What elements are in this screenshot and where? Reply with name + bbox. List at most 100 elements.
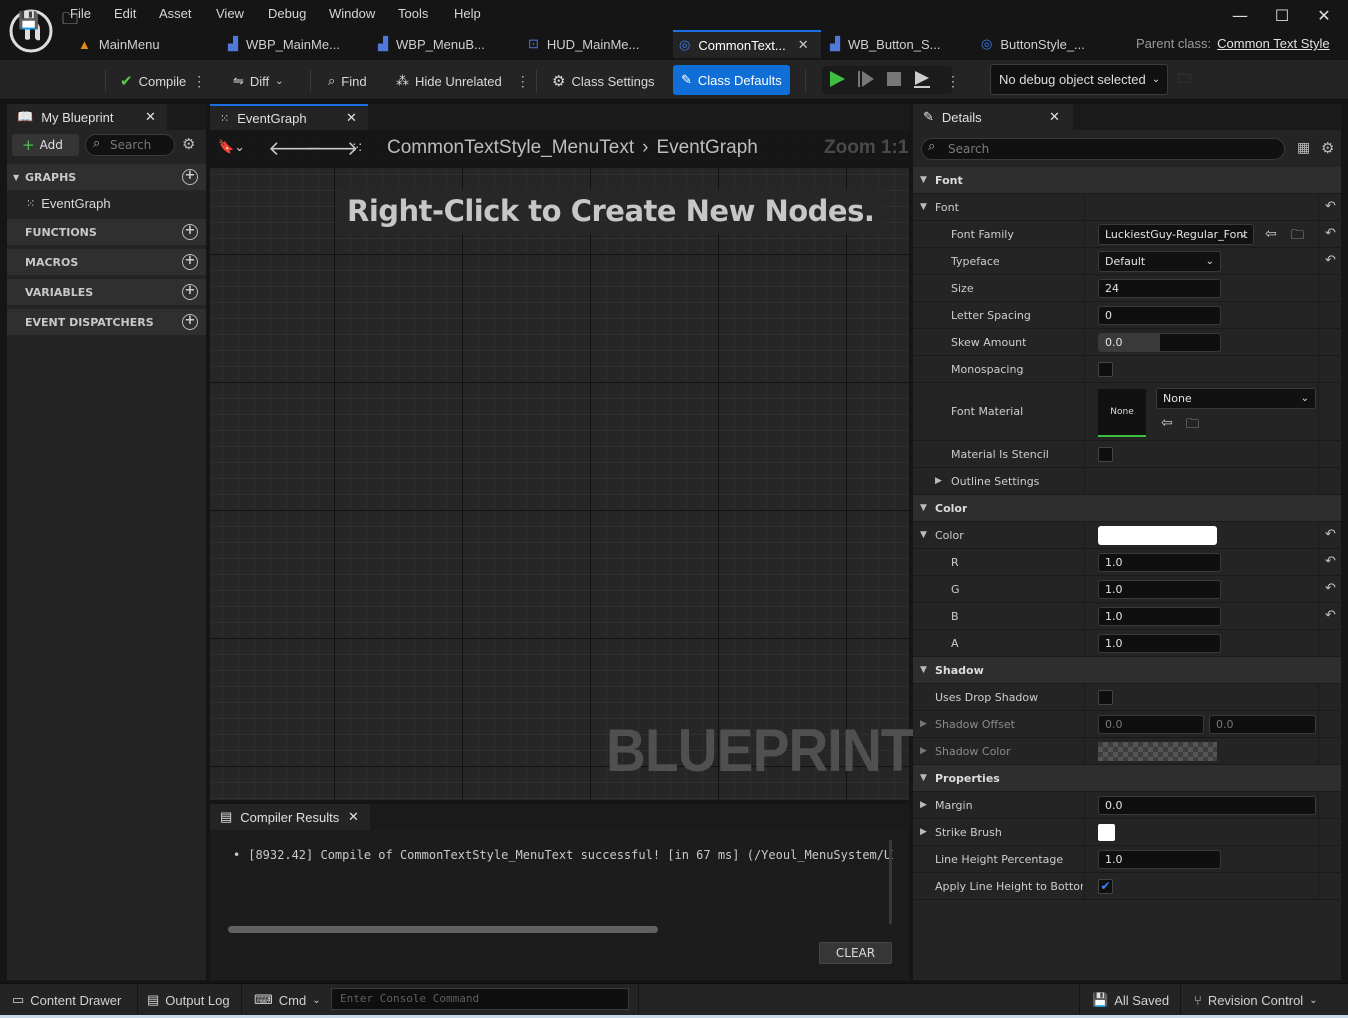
apply-line-height-checkbox[interactable]: ✔ bbox=[1098, 879, 1113, 894]
typeface-select[interactable]: Default ⌄ bbox=[1098, 251, 1221, 272]
color-a-input[interactable]: 1.0 bbox=[1098, 634, 1221, 653]
parent-class-link[interactable]: Common Text Style bbox=[1217, 36, 1329, 51]
diff-button[interactable]: ⇋ Diff ⌄ bbox=[233, 68, 284, 94]
margin-input[interactable]: 0.0 bbox=[1098, 796, 1316, 815]
debug-object-select[interactable]: No debug object selected ⌄ bbox=[990, 64, 1168, 95]
tab-eventgraph[interactable]: ⁙ EventGraph ✕ bbox=[210, 104, 368, 130]
tab-details[interactable]: ✎ Details ✕ bbox=[913, 104, 1073, 130]
compile-options-icon[interactable]: ⋮ bbox=[192, 73, 206, 90]
close-tab-icon[interactable]: ✕ bbox=[346, 110, 357, 126]
close-window-icon[interactable]: ✕ bbox=[1312, 6, 1336, 26]
gear-icon[interactable]: ⚙ bbox=[1321, 139, 1334, 157]
add-button[interactable]: + Add bbox=[12, 134, 79, 156]
line-height-input[interactable]: 1.0 bbox=[1098, 850, 1221, 869]
letter-spacing-input[interactable]: 0 bbox=[1098, 306, 1221, 325]
table-view-icon[interactable]: ▦ bbox=[1297, 140, 1310, 156]
add-macro-icon[interactable]: + bbox=[182, 254, 198, 270]
menu-help[interactable]: Help bbox=[454, 6, 481, 21]
expand-arrow-icon[interactable]: ▶ bbox=[920, 738, 927, 765]
close-tab-icon[interactable]: ✕ bbox=[348, 809, 359, 825]
save-button[interactable]: 💾 bbox=[18, 8, 39, 34]
menu-debug[interactable]: Debug bbox=[268, 6, 306, 21]
row-font-group[interactable]: ▼ Font ↶ bbox=[913, 194, 1341, 221]
browse-asset-icon[interactable]: 🗀 bbox=[1186, 415, 1199, 437]
skew-amount-slider[interactable]: 0.0 bbox=[1098, 333, 1221, 352]
row-outline-settings[interactable]: ▶ Outline Settings bbox=[913, 468, 1341, 495]
tab-wbp-menub[interactable]: ▟ WBP_MenuB... bbox=[372, 30, 520, 58]
reset-arrow-icon[interactable]: ↶ bbox=[1325, 227, 1336, 241]
shadow-color-swatch[interactable] bbox=[1098, 742, 1217, 761]
size-input[interactable]: 24 bbox=[1098, 279, 1221, 298]
expand-arrow-icon[interactable]: ▶ bbox=[920, 792, 927, 819]
class-settings-button[interactable]: ⚙ Class Settings bbox=[552, 68, 655, 94]
menu-tools[interactable]: Tools bbox=[398, 6, 428, 21]
drop-shadow-checkbox[interactable] bbox=[1098, 690, 1113, 705]
maximize-icon[interactable]: ☐ bbox=[1270, 6, 1294, 26]
breadcrumb-item[interactable]: CommonTextStyle_MenuText bbox=[387, 137, 634, 159]
font-material-select[interactable]: None ⌄ bbox=[1156, 388, 1316, 409]
graph-item-eventgraph[interactable]: ⁙ EventGraph bbox=[26, 196, 111, 211]
color-swatch[interactable] bbox=[1098, 526, 1217, 545]
bookmark-icon[interactable]: 🔖⌄ bbox=[218, 140, 245, 155]
vertical-scrollbar[interactable] bbox=[889, 840, 892, 924]
section-macros[interactable]: MACROS + bbox=[7, 249, 206, 275]
breadcrumb-item[interactable]: EventGraph bbox=[656, 137, 757, 159]
browse-asset-icon[interactable]: 🗀 bbox=[1291, 226, 1304, 248]
tab-wbp-mainmenu[interactable]: ▟ WBP_MainMe... bbox=[222, 30, 370, 58]
step-icon[interactable] bbox=[857, 70, 875, 88]
play-icon[interactable] bbox=[828, 70, 846, 88]
output-log-button[interactable]: ▤ Output Log bbox=[147, 990, 230, 1010]
find-button[interactable]: ⌕ Find bbox=[328, 68, 367, 94]
tab-wb-button[interactable]: ▟ WB_Button_S... bbox=[824, 30, 972, 58]
close-tab-icon[interactable]: ✕ bbox=[1049, 109, 1060, 125]
material-stencil-checkbox[interactable] bbox=[1098, 447, 1113, 462]
reset-arrow-icon[interactable]: ↶ bbox=[1325, 528, 1336, 542]
browse-button[interactable]: 🗀 bbox=[62, 8, 78, 34]
menu-edit[interactable]: Edit bbox=[114, 6, 136, 21]
use-selected-icon[interactable]: ⇦ bbox=[1265, 226, 1277, 242]
category-properties[interactable]: ▼ Properties bbox=[913, 765, 1341, 792]
console-input[interactable]: Enter Console Command bbox=[331, 988, 629, 1010]
add-variable-icon[interactable]: + bbox=[182, 284, 198, 300]
menu-asset[interactable]: Asset bbox=[159, 6, 192, 21]
class-defaults-button[interactable]: ✎ Class Defaults bbox=[673, 65, 790, 95]
tab-compiler-results[interactable]: ▤ Compiler Results ✕ bbox=[210, 804, 370, 830]
category-font[interactable]: ▼ Font bbox=[913, 167, 1341, 194]
hide-unrelated-button[interactable]: ⁂ Hide Unrelated ⋮ bbox=[396, 68, 530, 94]
category-color[interactable]: ▼ Color bbox=[913, 495, 1341, 522]
play-options-icon[interactable]: ⋮ bbox=[946, 68, 960, 94]
clear-button[interactable]: CLEAR bbox=[819, 942, 892, 964]
font-material-thumbnail[interactable]: None bbox=[1098, 389, 1146, 437]
add-graph-icon[interactable]: + bbox=[182, 169, 198, 185]
add-event-dispatcher-icon[interactable]: + bbox=[182, 314, 198, 330]
reset-arrow-icon[interactable]: ↶ bbox=[1325, 555, 1336, 569]
tab-hud-mainmenu[interactable]: ⊡ HUD_MainMe... bbox=[522, 30, 670, 58]
menu-view[interactable]: View bbox=[216, 6, 244, 21]
revision-control-button[interactable]: ⑂ Revision Control ⌄ bbox=[1194, 990, 1318, 1010]
details-search-input[interactable]: Search bbox=[921, 138, 1285, 160]
close-tab-icon[interactable]: ✕ bbox=[798, 37, 809, 53]
close-tab-icon[interactable]: ✕ bbox=[145, 109, 156, 125]
shadow-offset-x-input[interactable]: 0.0 bbox=[1098, 715, 1204, 734]
color-b-input[interactable]: 1.0 bbox=[1098, 607, 1221, 626]
minimize-icon[interactable]: — bbox=[1228, 6, 1252, 26]
debug-browse-icon[interactable]: 🗀 bbox=[1178, 68, 1191, 94]
section-graphs[interactable]: ▼ GRAPHS + bbox=[7, 164, 206, 190]
all-saved-button[interactable]: 💾 All Saved bbox=[1092, 990, 1169, 1010]
shadow-offset-y-input[interactable]: 0.0 bbox=[1209, 715, 1316, 734]
reset-arrow-icon[interactable]: ↶ bbox=[1325, 582, 1336, 596]
compile-button[interactable]: ✔ Compile ⋮ bbox=[120, 68, 206, 94]
tab-commontext[interactable]: ◎ CommonText... ✕ bbox=[673, 30, 821, 58]
hide-unrelated-options-icon[interactable]: ⋮ bbox=[516, 73, 530, 90]
menu-window[interactable]: Window bbox=[329, 6, 375, 21]
section-variables[interactable]: VARIABLES + bbox=[7, 279, 206, 305]
reset-arrow-icon[interactable]: ↶ bbox=[1325, 200, 1336, 214]
tab-buttonstyle[interactable]: ◎ ButtonStyle_... bbox=[975, 30, 1123, 58]
eject-icon[interactable] bbox=[913, 70, 931, 88]
gear-icon[interactable]: ⚙ bbox=[182, 135, 195, 153]
expand-arrow-icon[interactable]: ▶ bbox=[920, 819, 927, 846]
monospacing-checkbox[interactable] bbox=[1098, 362, 1113, 377]
section-event-dispatchers[interactable]: EVENT DISPATCHERS + bbox=[7, 309, 206, 335]
use-selected-icon[interactable]: ⇦ bbox=[1161, 415, 1173, 431]
tab-my-blueprint[interactable]: 📖 My Blueprint ✕ bbox=[7, 104, 167, 130]
